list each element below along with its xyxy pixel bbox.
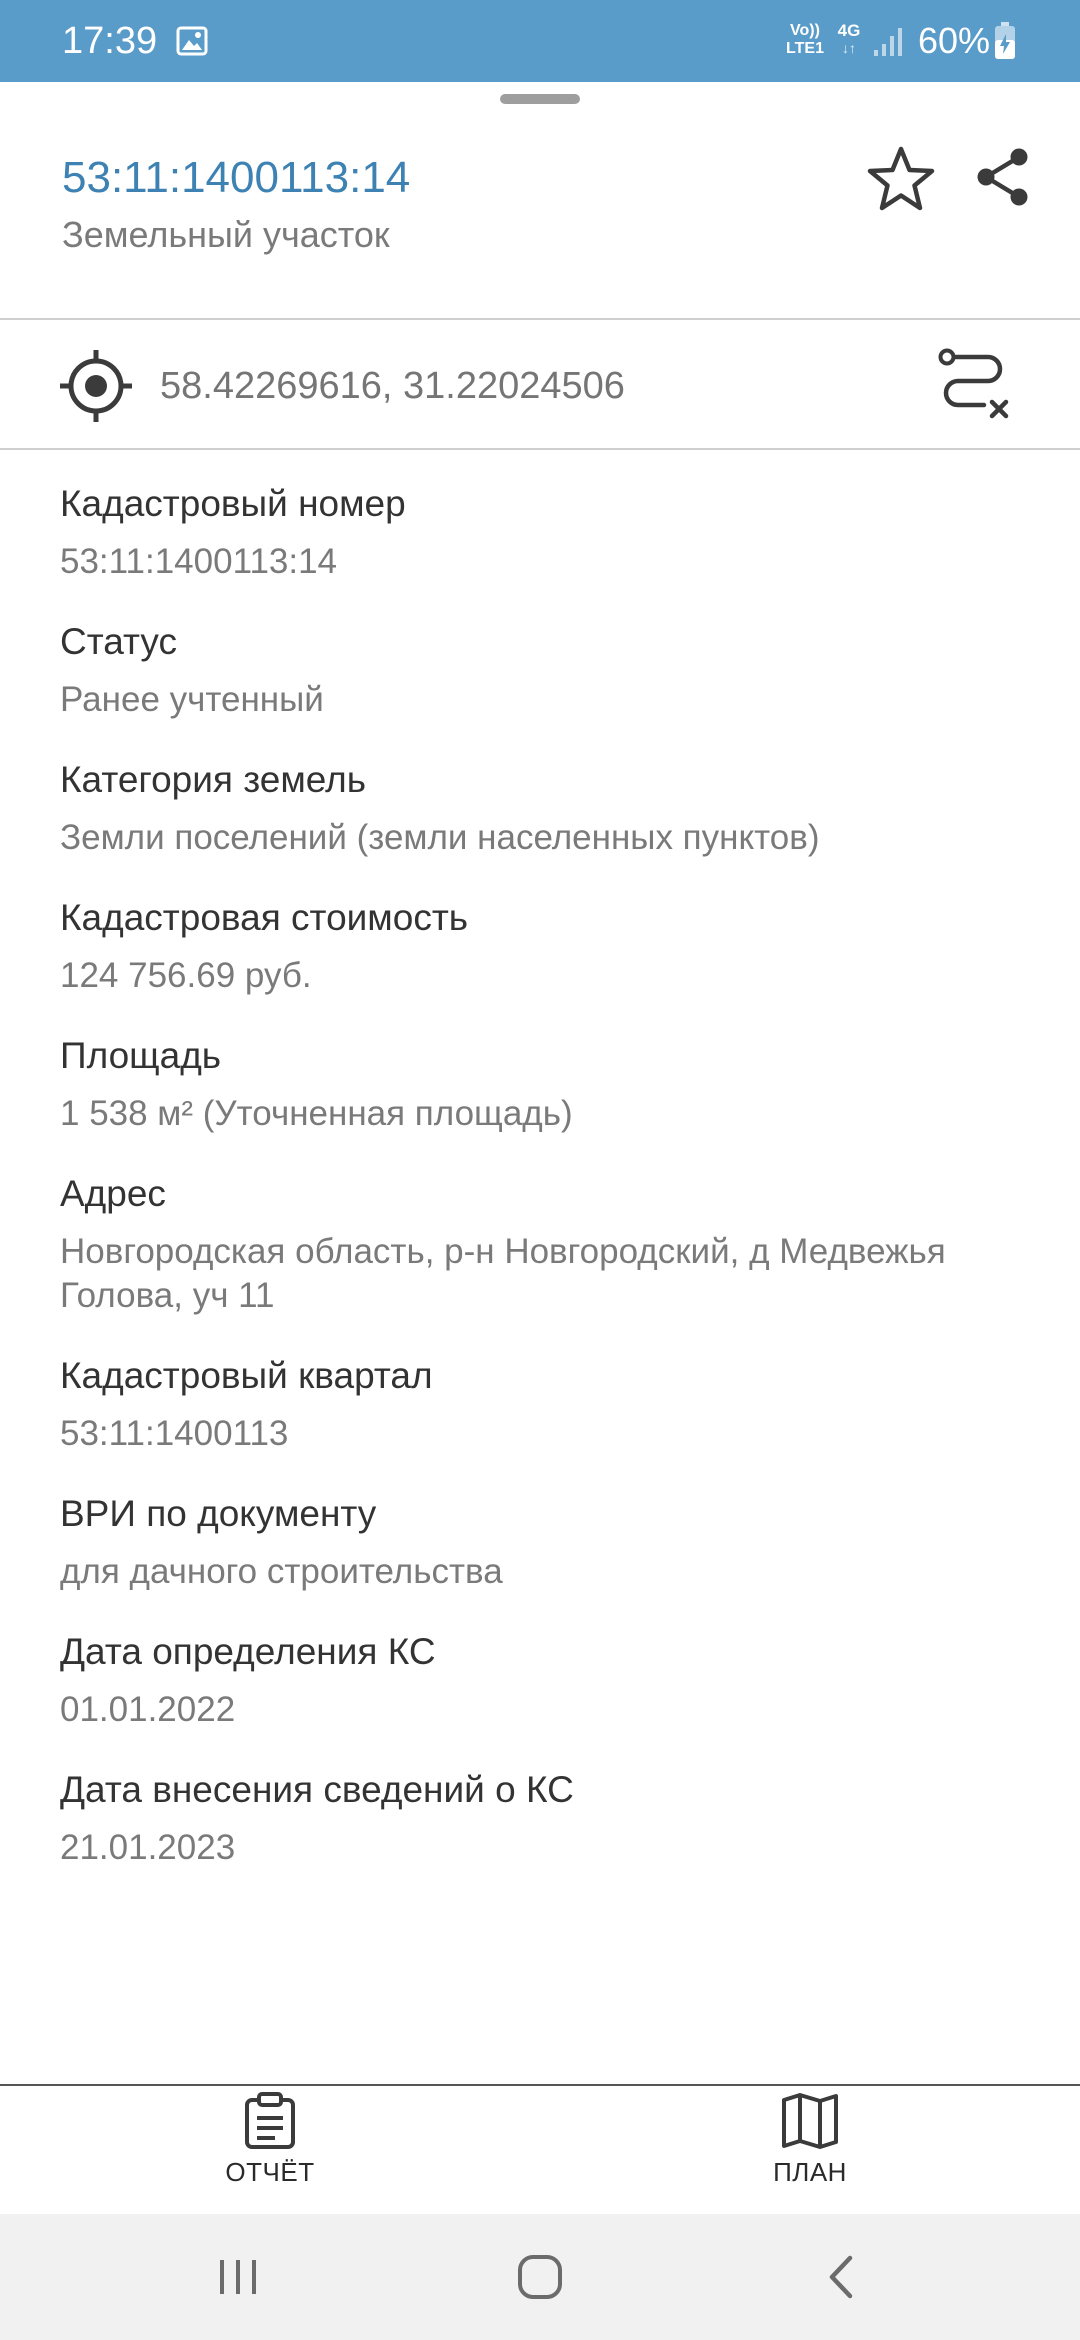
field-status: Статус Ранее учтенный [60, 618, 1030, 722]
report-button[interactable]: ОТЧЁТ [160, 2092, 380, 2208]
field-label: ВРИ по документу [60, 1493, 377, 1534]
route-off-icon[interactable] [936, 346, 1010, 422]
system-nav-bar [0, 2214, 1080, 2340]
page-title: 53:11:1400113:14 [62, 153, 411, 202]
property-fields: Кадастровый номер 53:11:1400113:14 Стату… [60, 480, 1030, 1904]
lte-label: LTE1 [786, 40, 824, 57]
field-value: Земли поселений (земли населенных пункто… [60, 818, 820, 857]
coordinates-divider [0, 448, 1080, 450]
page-subtitle: Земельный участок [62, 214, 390, 255]
field-cadastral-number: Кадастровый номер 53:11:1400113:14 [60, 480, 1030, 584]
field-label: Кадастровый квартал [60, 1355, 433, 1396]
map-icon [782, 2093, 838, 2149]
field-cadastral-value: Кадастровая стоимость 124 756.69 руб. [60, 894, 1030, 998]
plan-button[interactable]: ПЛАН [700, 2092, 920, 2208]
field-value: Ранее учтенный [60, 680, 324, 719]
report-label: ОТЧЁТ [225, 2157, 315, 2187]
field-label: Дата определения КС [60, 1631, 436, 1672]
share-icon[interactable] [970, 144, 1036, 210]
field-value: 53:11:1400113 [60, 1414, 289, 1453]
field-area: Площадь 1 538 м² (Уточненная площадь) [60, 1032, 1030, 1136]
field-value: 1 538 м² (Уточненная площадь) [60, 1094, 573, 1133]
field-value: 53:11:1400113:14 [60, 542, 338, 581]
field-entry-date: Дата внесения сведений о КС 21.01.2023 [60, 1766, 1030, 1870]
data-arrows-icon: ↓↑ [842, 40, 856, 56]
field-value: 01.01.2022 [60, 1690, 236, 1729]
plan-label: ПЛАН [773, 2157, 847, 2187]
field-value: для дачного строительства [60, 1552, 503, 1591]
network-indicator: 4G ↓↑ [832, 21, 866, 57]
status-time: 17:39 [62, 20, 158, 62]
target-icon[interactable] [58, 348, 134, 424]
battery-percent: 60% [918, 20, 991, 61]
field-label: Кадастровый номер [60, 483, 406, 524]
header-divider [0, 318, 1080, 320]
bottom-action-bar: ОТЧЁТ ПЛАН [0, 2086, 1080, 2214]
field-cadastral-quarter: Кадастровый квартал 53:11:1400113 [60, 1352, 1030, 1456]
field-value: Новгородская область, р-н Новгородский, … [60, 1232, 946, 1315]
network-type: 4G [837, 21, 861, 40]
recent-apps-icon[interactable] [208, 2252, 268, 2302]
volte-label: Vo)) [790, 22, 820, 39]
field-valuation-date: Дата определения КС 01.01.2022 [60, 1628, 1030, 1732]
drag-handle[interactable] [500, 94, 580, 104]
field-land-category: Категория земель Земли поселений (земли … [60, 756, 1030, 860]
image-icon [176, 26, 208, 56]
signal-icon [874, 28, 902, 56]
field-permitted-use: ВРИ по документу для дачного строительст… [60, 1490, 1030, 1594]
coordinates-text[interactable]: 58.42269616, 31.22024506 [160, 362, 625, 410]
back-icon[interactable] [812, 2252, 872, 2302]
field-label: Кадастровая стоимость [60, 897, 469, 938]
home-icon[interactable] [510, 2252, 570, 2302]
field-value: 21.01.2023 [60, 1828, 236, 1867]
field-value: 124 756.69 руб. [60, 956, 312, 995]
status-bar: 17:39 Vo)) LTE1 4G ↓↑ 60% [0, 0, 1080, 82]
volte-indicator: Vo)) LTE1 [782, 22, 828, 58]
star-icon[interactable] [866, 144, 936, 214]
field-label: Площадь [60, 1035, 222, 1076]
field-label: Статус [60, 621, 177, 662]
field-address: Адрес Новгородская область, р-н Новгород… [60, 1170, 1030, 1318]
field-label: Дата внесения сведений о КС [60, 1769, 574, 1810]
screen: 17:39 Vo)) LTE1 4G ↓↑ 60% 53:11:1400113:… [0, 0, 1080, 2340]
clipboard-icon [245, 2092, 295, 2149]
field-label: Категория земель [60, 759, 367, 800]
field-label: Адрес [60, 1173, 166, 1214]
battery-charging-icon [995, 22, 1015, 59]
